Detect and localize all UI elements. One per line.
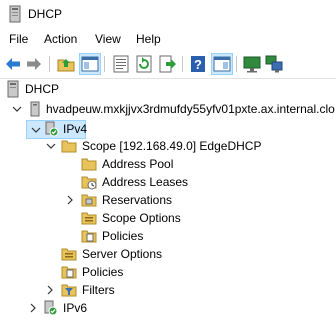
folder-icon [81,158,97,171]
menu-view[interactable]: View [95,32,121,46]
chevron-down-icon[interactable] [30,124,42,136]
tree-item-scope-policies[interactable]: Policies [0,227,336,245]
tree-item-label: IPv6 [63,301,88,315]
tree-item-address-pool[interactable]: Address Pool [0,155,336,173]
server-icon [30,101,40,117]
ipv6-icon [44,300,58,316]
svg-text:?: ? [194,57,202,72]
tree-item-label: Server Options [82,247,163,261]
options-folder-icon [61,248,77,261]
chevron-down-icon[interactable] [45,140,57,152]
show-hide-tree-icon[interactable] [79,53,101,75]
menu-action[interactable]: Action [44,32,77,46]
tree-item-label: Policies [82,265,124,279]
console-tree: DHCP hvadpeuw.mxkjjvx3rdmufdy55yfv01pxte… [0,79,336,335]
dhcp-app-icon [9,5,21,23]
forward-arrow-icon[interactable] [24,54,44,74]
tree-item-policies[interactable]: Policies [0,263,336,281]
tree-item-label: IPv4 [63,122,88,136]
refresh-icon[interactable] [134,54,154,74]
menu-file[interactable]: File [9,32,28,46]
window-title: DHCP [28,7,63,21]
servers-icon[interactable] [264,54,284,74]
folder-icon [61,140,77,153]
reservations-folder-icon [81,194,97,207]
menu-help[interactable]: Help [136,32,161,46]
leases-folder-icon [81,176,97,190]
tree-item-scope[interactable]: Scope [192.168.49.0] EdgeDHCP [0,137,336,155]
tree-item-server[interactable]: hvadpeuw.mxkjjvx3rdmufdy55yfv01pxte.ax.i… [0,100,336,118]
tree-item-filters[interactable]: Filters [0,281,336,299]
policies-folder-icon [61,266,77,279]
filter-icon [61,284,77,297]
tree-item-ipv6[interactable]: IPv6 [0,299,336,317]
menu-bar: File Action View Help [0,28,336,50]
chevron-right-icon[interactable] [44,284,56,296]
dhcp-icon [7,80,19,98]
ipv4-icon [45,121,59,137]
show-hide-action-pane-icon[interactable] [211,53,233,75]
chevron-right-icon[interactable] [64,194,76,206]
help-icon[interactable]: ? [188,54,208,74]
tree-item-address-leases[interactable]: Address Leases [0,173,336,191]
toolbar-separator [49,56,50,72]
tree-item-label: Address Leases [102,175,189,189]
chevron-down-icon[interactable] [11,103,23,115]
tree-item-server-options[interactable]: Server Options [0,245,336,263]
toolbar: ? [0,50,336,79]
tree-item-label: Scope [192.168.49.0] EdgeDHCP [82,139,262,153]
toolbar-separator [104,56,105,72]
tree-item-label: DHCP [25,82,60,96]
tree-item-scope-options[interactable]: Scope Options [0,209,336,227]
tree-item-label: Policies [102,229,144,243]
tree-item-reservations[interactable]: Reservations [0,191,336,209]
tree-item-label: Scope Options [102,211,181,225]
tree-item-label: hvadpeuw.mxkjjvx3rdmufdy55yfv01pxte.ax.i… [46,102,335,116]
tree-item-label: Reservations [102,193,173,207]
policies-folder-icon [81,230,97,243]
up-folder-icon[interactable] [56,54,76,74]
toolbar-separator [182,56,183,72]
display-statistics-icon[interactable] [242,54,262,74]
back-arrow-icon[interactable] [3,54,23,74]
options-folder-icon [81,212,97,225]
tree-item-dhcp[interactable]: DHCP [0,80,336,98]
tree-item-label: Address Pool [102,157,174,171]
properties-icon[interactable] [111,54,131,74]
chevron-right-icon[interactable] [27,302,39,314]
toolbar-separator [236,56,237,72]
title-bar: DHCP [0,0,336,28]
export-list-icon[interactable] [157,54,177,74]
tree-item-label: Filters [82,283,115,297]
